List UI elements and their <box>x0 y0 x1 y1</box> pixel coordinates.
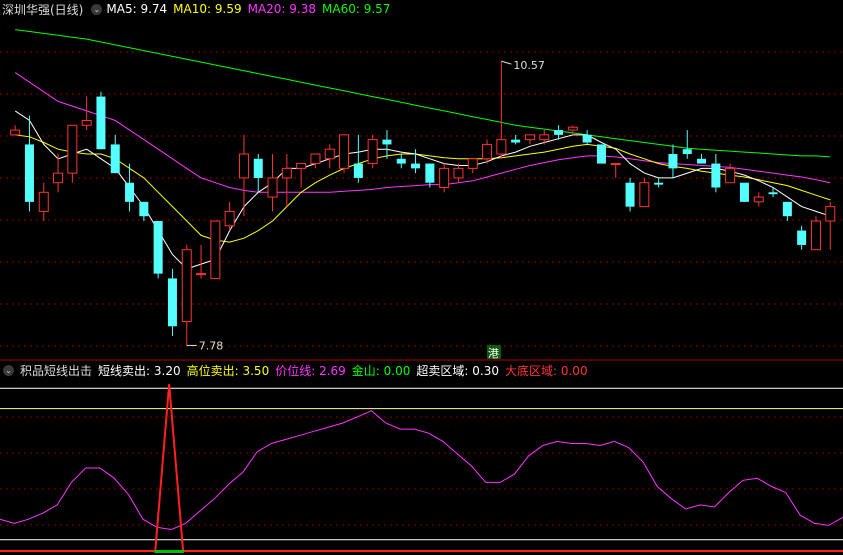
candle-body-15 <box>224 210 235 227</box>
candle-body-9 <box>139 201 149 217</box>
candle-body-50 <box>725 167 736 184</box>
candle-body-41 <box>596 144 606 164</box>
candle-body-38 <box>554 130 564 135</box>
candle-body-22 <box>324 148 335 160</box>
candle-body-25 <box>367 139 378 165</box>
candle-body-0 <box>10 129 21 136</box>
price-level-line <box>0 410 843 531</box>
candle-body-17 <box>253 158 263 178</box>
candle-body-45 <box>654 182 664 185</box>
candle-body-21 <box>310 153 321 165</box>
candle-body-7 <box>110 144 120 174</box>
candle-body-4 <box>67 124 78 174</box>
candle-body-29 <box>425 163 435 183</box>
candle-body-36 <box>524 134 535 141</box>
candle-body-23 <box>339 134 350 169</box>
ma10-line <box>15 134 831 243</box>
candle-body-51 <box>739 182 749 202</box>
candle-body-52 <box>753 196 764 203</box>
candle-body-33 <box>482 143 493 160</box>
candle-body-27 <box>396 158 406 164</box>
candle-body-40 <box>582 134 592 143</box>
high-price-label: 10.57 <box>513 59 545 72</box>
candle-body-43 <box>625 182 635 207</box>
high-pointer <box>501 60 512 65</box>
candle-body-32 <box>467 158 478 169</box>
candle-body-12 <box>181 249 192 322</box>
ma60-line <box>15 29 831 158</box>
candle-body-35 <box>511 139 521 143</box>
candle-body-37 <box>539 134 550 141</box>
candle-body-34 <box>496 139 507 155</box>
candle-body-6 <box>96 96 106 150</box>
candle-body-57 <box>825 206 836 222</box>
candle-body-56 <box>810 220 821 251</box>
gold-signal-base <box>154 550 185 553</box>
candle-body-20 <box>296 163 307 169</box>
ma5-line <box>14 110 831 270</box>
candle-body-31 <box>453 167 464 179</box>
candle-body-26 <box>382 139 392 145</box>
candle-body-2 <box>38 191 49 212</box>
candle-body-13 <box>196 273 207 276</box>
candle-body-24 <box>353 163 363 178</box>
candle-body-46 <box>668 154 678 169</box>
candle-body-19 <box>281 167 292 179</box>
candle-body-18 <box>267 177 278 198</box>
candle-body-47 <box>682 149 692 154</box>
kline-chart[interactable]: 10.57 7.78 港 <box>0 0 843 555</box>
candle-body-11 <box>167 278 177 327</box>
low-price-label: 7.78 <box>199 339 224 352</box>
candle-body-42 <box>610 163 621 166</box>
candle-body-14 <box>210 220 221 279</box>
hk-connect-label: 港 <box>488 347 499 360</box>
candle-body-30 <box>439 167 450 189</box>
candle-body-55 <box>797 230 807 245</box>
candle-body-8 <box>125 182 135 202</box>
candle-body-1 <box>24 144 34 202</box>
candle-body-39 <box>567 126 578 131</box>
candle-body-53 <box>768 192 778 195</box>
candle-body-16 <box>238 153 249 179</box>
candle-body-48 <box>697 158 707 164</box>
candle-body-44 <box>639 182 650 208</box>
candle-body-10 <box>153 221 163 274</box>
gold-signal-spike <box>154 384 185 553</box>
candle-body-54 <box>782 201 792 217</box>
ma20-line <box>14 72 831 193</box>
candle-body-5 <box>81 120 92 126</box>
candle-body-3 <box>53 172 64 184</box>
candle-body-49 <box>711 163 721 188</box>
candle-body-28 <box>411 163 421 169</box>
